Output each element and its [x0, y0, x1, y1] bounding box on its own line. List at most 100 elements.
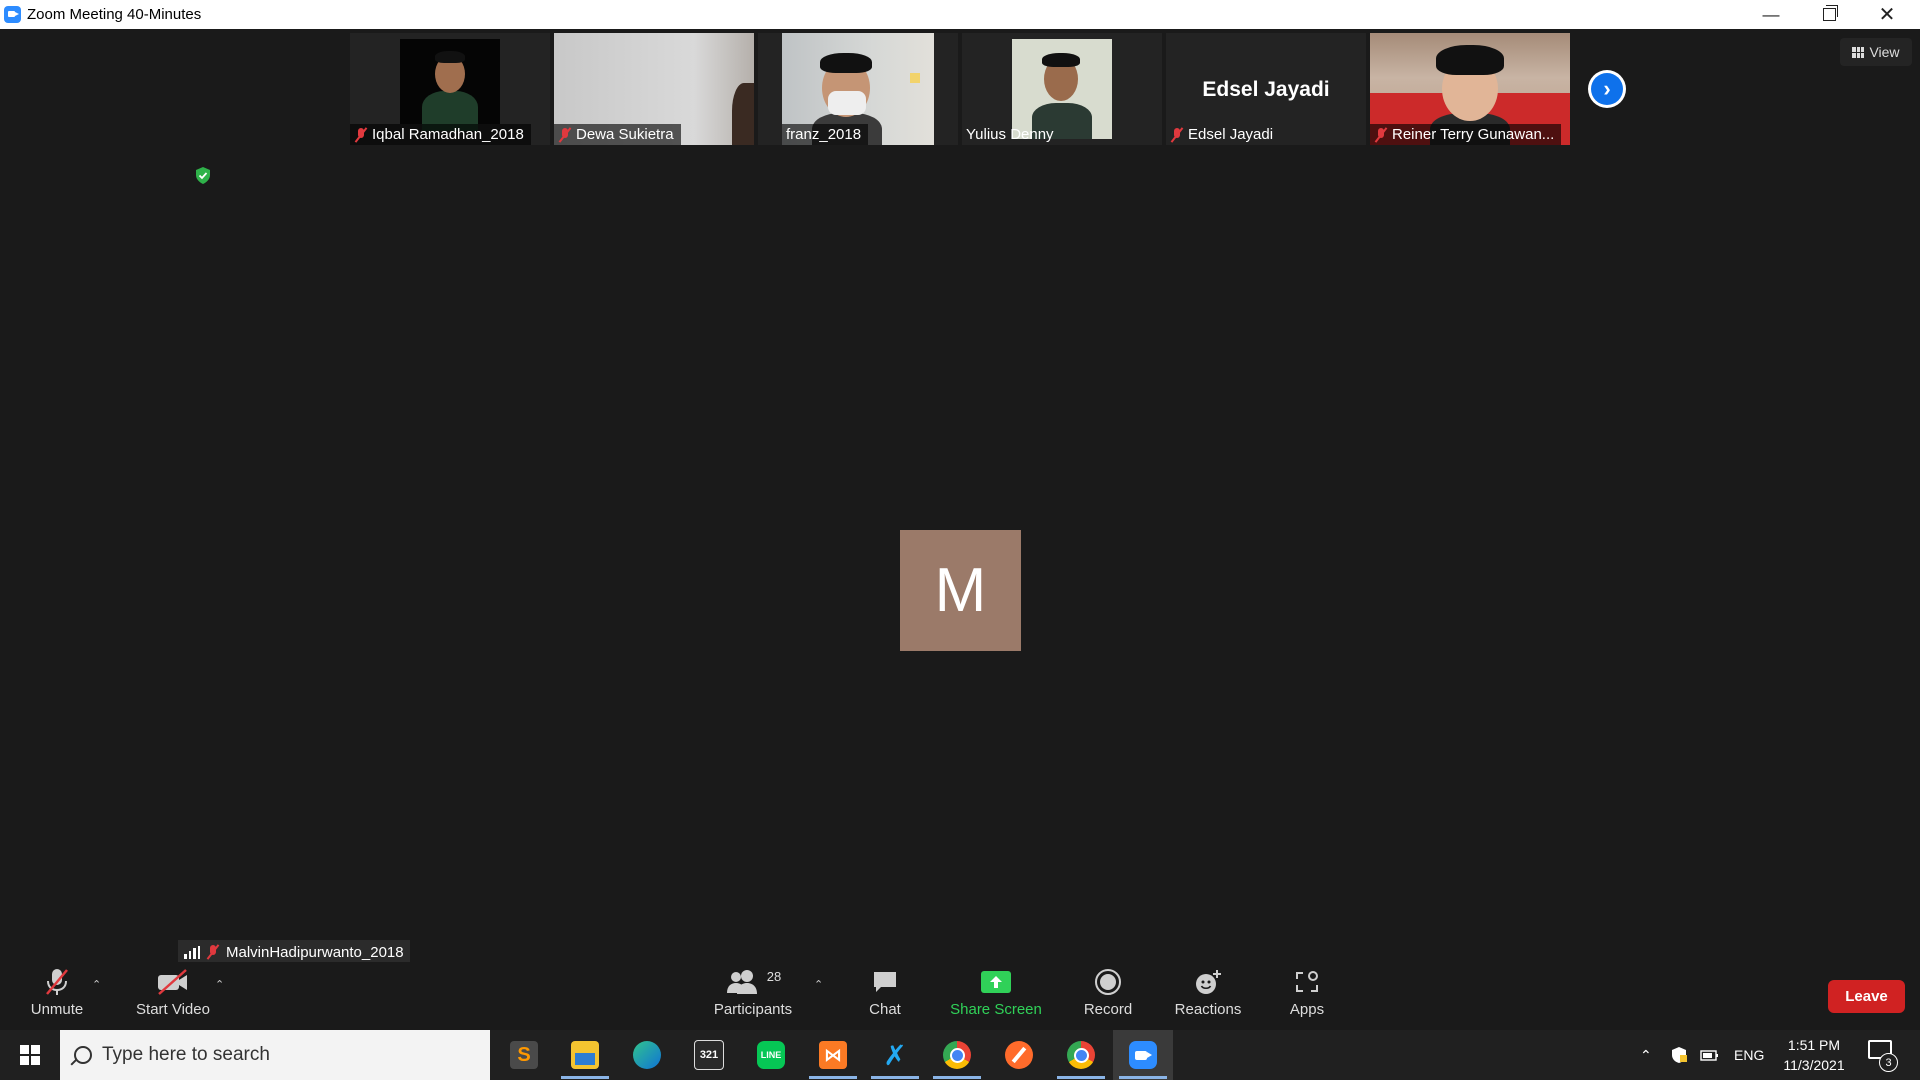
reactions-button[interactable]: Reactions — [1174, 967, 1242, 1018]
chat-label: Chat — [869, 1001, 901, 1018]
clock-date: 11/3/2021 — [1783, 1057, 1845, 1073]
security-tray-icon[interactable] — [1670, 1030, 1688, 1080]
participant-name-label: Edsel Jayadi — [1166, 124, 1280, 145]
meeting-controls-bar: Unmute ⌃ Start Video ⌃ 28 Participants ⌃… — [0, 962, 1920, 1030]
window-titlebar: Zoom Meeting 40-Minutes — ✕ — [0, 0, 1920, 29]
participant-tile[interactable]: Edsel Jayadi Edsel Jayadi — [1166, 33, 1366, 145]
taskbar-app-edge[interactable] — [617, 1030, 677, 1080]
encryption-shield-icon[interactable] — [195, 167, 211, 184]
mic-muted-icon — [1170, 127, 1184, 143]
participant-name: Iqbal Ramadhan_2018 — [372, 126, 524, 143]
taskbar-app-zoom[interactable] — [1113, 1030, 1173, 1080]
participant-tile[interactable]: Reiner Terry Gunawan... — [1370, 33, 1570, 145]
battery-icon — [1700, 1050, 1718, 1061]
share-screen-icon — [981, 971, 1011, 993]
shield-warning-icon — [1672, 1047, 1687, 1063]
chat-button[interactable]: Chat — [860, 967, 910, 1018]
record-button[interactable]: Record — [1080, 967, 1136, 1018]
participant-tile[interactable]: franz_2018 — [758, 33, 958, 145]
sublime-text-icon: S — [510, 1041, 538, 1069]
participant-name-label: Reiner Terry Gunawan... — [1370, 124, 1562, 145]
reactions-label: Reactions — [1174, 1001, 1242, 1018]
taskbar-app-xampp[interactable]: ⋈ — [803, 1030, 863, 1080]
active-speaker-avatar: M — [900, 530, 1021, 651]
compass-app-icon — [1005, 1041, 1033, 1069]
search-placeholder: Type here to search — [102, 1044, 270, 1065]
unmute-button[interactable]: Unmute — [27, 967, 87, 1018]
next-participants-button[interactable]: › — [1588, 70, 1626, 108]
apps-icon — [1296, 971, 1318, 992]
view-button[interactable]: View — [1840, 38, 1912, 66]
start-video-button[interactable]: Start Video — [133, 967, 213, 1018]
participant-name-label: Iqbal Ramadhan_2018 — [350, 124, 531, 145]
taskbar-app-media[interactable]: 321 — [679, 1030, 739, 1080]
notification-count: 3 — [1879, 1053, 1898, 1072]
zoom-app-icon — [1129, 1041, 1157, 1069]
taskbar-clock[interactable]: 1:51 PM 11/3/2021 — [1764, 1035, 1864, 1075]
restore-icon — [1822, 5, 1838, 21]
taskbar-app-compass[interactable] — [989, 1030, 1049, 1080]
action-center-button[interactable]: 3 — [1868, 1040, 1898, 1072]
record-label: Record — [1083, 1001, 1133, 1018]
video-off-icon — [158, 969, 187, 995]
audio-options-caret[interactable]: ⌃ — [92, 978, 101, 991]
participant-name-label: Dewa Sukietra — [554, 124, 681, 145]
chrome-profile-icon — [1067, 1041, 1095, 1069]
chevron-right-icon: › — [1591, 73, 1623, 105]
file-explorer-icon — [571, 1041, 599, 1069]
participant-video-off-name: Edsel Jayadi — [1202, 78, 1330, 101]
media-clapper-icon: 321 — [694, 1040, 724, 1070]
participants-button[interactable]: 28 Participants — [712, 967, 794, 1019]
edge-browser-icon — [633, 1041, 661, 1069]
apps-button[interactable]: Apps — [1287, 967, 1327, 1018]
participant-name: Reiner Terry Gunawan... — [1392, 126, 1555, 143]
mic-muted-icon — [354, 127, 368, 143]
participants-label: Participants — [713, 1001, 793, 1018]
share-screen-button[interactable]: Share Screen — [948, 967, 1044, 1018]
participant-tile[interactable]: Yulius Denny — [962, 33, 1162, 145]
taskbar-app-vscode[interactable]: ✗ — [865, 1030, 925, 1080]
restore-button[interactable] — [1800, 0, 1858, 29]
mic-muted-icon — [206, 944, 220, 960]
apps-label: Apps — [1289, 1001, 1325, 1018]
clock-time: 1:51 PM — [1787, 1037, 1841, 1053]
minimize-button[interactable]: — — [1742, 0, 1800, 29]
taskbar-app-sublime[interactable]: S — [494, 1030, 554, 1080]
participants-icon — [726, 970, 757, 994]
participant-name: Yulius Denny — [966, 126, 1054, 143]
battery-tray-icon[interactable] — [1700, 1030, 1720, 1080]
participant-name-label: franz_2018 — [782, 124, 869, 145]
mic-muted-icon — [1374, 127, 1388, 143]
participant-tile[interactable]: Iqbal Ramadhan_2018 — [350, 33, 550, 145]
participants-options-caret[interactable]: ⌃ — [814, 978, 823, 991]
tray-overflow-chevron[interactable]: ⌃ — [1640, 1030, 1652, 1080]
video-options-caret[interactable]: ⌃ — [215, 978, 224, 991]
participant-name: Dewa Sukietra — [576, 126, 674, 143]
mic-off-icon — [46, 969, 68, 995]
reactions-icon — [1196, 970, 1221, 994]
line-messenger-icon: LINE — [757, 1041, 785, 1069]
leave-button[interactable]: Leave — [1828, 980, 1905, 1013]
zoom-logo-icon — [4, 6, 21, 23]
participant-count: 28 — [766, 968, 782, 984]
record-icon — [1095, 969, 1121, 995]
participant-tile[interactable]: Dewa Sukietra — [554, 33, 754, 145]
participant-name: franz_2018 — [786, 126, 862, 143]
chrome-icon — [943, 1041, 971, 1069]
taskbar-search-box[interactable]: Type here to search — [60, 1030, 490, 1080]
xampp-icon: ⋈ — [819, 1041, 847, 1069]
close-button[interactable]: ✕ — [1858, 0, 1916, 29]
taskbar-app-file-explorer[interactable] — [555, 1030, 615, 1080]
chat-icon — [874, 972, 896, 992]
window-title: Zoom Meeting 40-Minutes — [27, 6, 202, 23]
language-indicator[interactable]: ENG — [1734, 1030, 1764, 1080]
start-button[interactable] — [0, 1030, 60, 1080]
mic-muted-icon — [558, 127, 572, 143]
taskbar-app-chrome[interactable] — [927, 1030, 987, 1080]
taskbar-app-line[interactable]: LINE — [741, 1030, 801, 1080]
participant-name-label: Yulius Denny — [962, 124, 1061, 145]
taskbar-app-chrome-profile[interactable] — [1051, 1030, 1111, 1080]
connection-signal-icon — [184, 945, 200, 959]
participant-name: Edsel Jayadi — [1188, 126, 1274, 143]
active-speaker-name-label: MalvinHadipurwanto_2018 — [178, 940, 410, 964]
